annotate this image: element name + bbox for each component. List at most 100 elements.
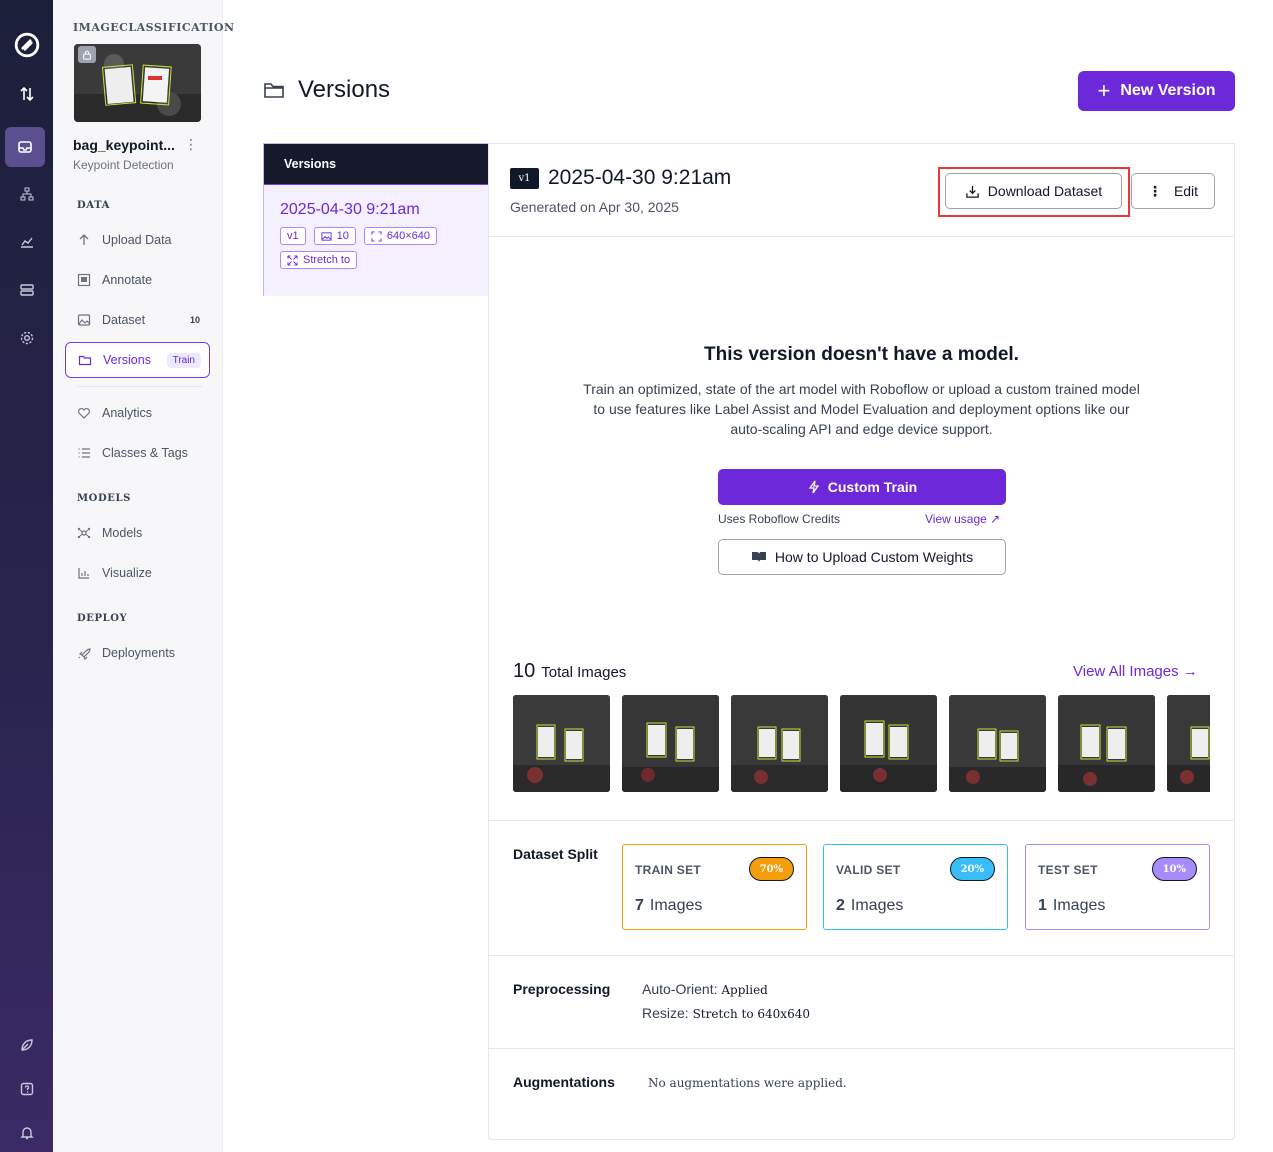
valid-set-pct: 20% [949,857,995,881]
leaf-icon[interactable] [0,1025,53,1065]
plus-icon: + [1097,78,1111,103]
sidebar-item-label: Classes & Tags [102,446,188,460]
dataset-image-thumbnail[interactable] [1167,695,1210,792]
folder-icon [264,83,284,98]
new-version-button[interactable]: + New Version [1078,71,1235,111]
upload-weights-button[interactable]: How to Upload Custom Weights [718,539,1006,575]
projects-icon[interactable] [5,127,45,167]
transfer-icon[interactable] [0,74,53,114]
divider [489,955,1234,956]
chart-icon [77,566,91,580]
credits-note: Uses Roboflow Credits [718,512,841,526]
valid-set-name: VALID SET [836,863,901,877]
project-sidebar: IMAGECLASSIFICATION bag_keypoint... ⋮ Ke… [53,0,234,1152]
dataset-image-thumbnail[interactable] [622,695,719,792]
sidebar-item-label: Annotate [102,273,153,287]
dataset-image-thumbnail[interactable] [513,695,610,792]
workflows-icon[interactable] [0,174,53,214]
resize-key: Resize: [642,1005,689,1021]
settings-icon[interactable] [0,318,53,358]
page-title: Versions [263,76,390,104]
test-set-pct: 10% [1151,857,1197,881]
divider [489,820,1234,821]
image-icon [321,231,332,241]
train-set-pct: 70% [748,857,794,881]
version-detail: v1 2025-04-30 9:21am Generated on Apr 30… [488,143,1235,1140]
version-list-item[interactable]: 2025-04-30 9:21am v1 10 640×640 Stretch … [264,184,488,296]
train-pill: Train [166,352,201,368]
resize-value: Stretch to 640x640 [692,1007,810,1021]
sidebar-item-analytics[interactable]: Analytics [65,395,210,431]
auto-orient-row: Auto-Orient: Applied [642,981,768,997]
sidebar-item-classes[interactable]: Classes & Tags [65,435,210,471]
version-title: 2025-04-30 9:21am [548,166,732,189]
lock-icon [78,46,96,63]
total-images: 10 Total Images [513,660,626,683]
project-name[interactable]: bag_keypoint... [73,137,175,153]
section-models-heading: MODELS [77,493,131,504]
section-data-heading: DATA [77,200,110,211]
augmentations-value: No augmentations were applied. [648,1076,847,1090]
image-icon [77,313,91,327]
roboflow-logo-icon[interactable] [0,25,53,65]
model-graph-icon [77,526,91,540]
sidebar-item-label: Models [102,526,143,540]
dataset-image-thumbnail[interactable] [949,695,1046,792]
valid-set-count-unit: Images [850,897,904,914]
sidebar-item-upload-data[interactable]: Upload Data [65,222,210,258]
version-generated: Generated on Apr 30, 2025 [510,199,679,215]
sidebar-item-versions[interactable]: Versions Train [65,342,210,378]
help-icon[interactable] [0,1069,53,1109]
sidebar-item-label: Visualize [102,566,152,580]
augmentations-label: Augmentations [513,1074,615,1090]
train-set-count-value: 7 [635,897,644,914]
upload-icon [77,233,91,247]
edit-button[interactable]: ⋮ Edit [1131,173,1215,209]
test-set-count-unit: Images [1052,897,1106,914]
sidebar-item-models[interactable]: Models [65,515,210,551]
monitoring-icon[interactable] [0,222,53,262]
dataset-split-label: Dataset Split [513,846,598,862]
sidebar-item-label: Deployments [102,646,175,660]
project-menu-icon[interactable]: ⋮ [184,136,198,153]
custom-train-button[interactable]: Custom Train [718,469,1006,505]
edit-label: Edit [1173,183,1199,199]
dataset-count-badge: 10 [189,315,200,325]
test-set-card[interactable]: TEST SET 10% 1 Images [1025,844,1210,930]
size-tag: 640×640 [363,227,438,245]
resize-tag: Stretch to [280,251,358,269]
sidebar-item-visualize[interactable]: Visualize [65,555,210,591]
project-type: Keypoint Detection [73,158,174,172]
kebab-icon: ⋮ [1147,182,1162,199]
resize-row: Resize: Stretch to 640x640 [642,1005,810,1021]
book-icon [751,552,766,562]
bell-icon[interactable] [0,1113,53,1152]
project-thumbnail[interactable] [74,44,201,122]
sidebar-item-dataset[interactable]: Dataset 10 [65,302,210,338]
dataset-image-thumbnail[interactable] [1058,695,1155,792]
versions-list: Versions 2025-04-30 9:21am v1 10 640×640… [263,143,489,296]
size-value: 640×640 [386,230,431,242]
folder-icon [78,353,92,367]
valid-set-card[interactable]: VALID SET 20% 2 Images [823,844,1008,930]
dataset-image-thumbnail[interactable] [840,695,937,792]
sidebar-item-annotate[interactable]: Annotate [65,262,210,298]
workspace-name[interactable]: IMAGECLASSIFICATION [73,21,235,34]
image-count-value: 10 [336,230,349,242]
version-item-title: 2025-04-30 9:21am [280,201,420,218]
train-set-card[interactable]: TRAIN SET 70% 7 Images [622,844,807,930]
no-model-description: Train an optimized, state of the art mod… [583,381,1140,437]
sidebar-divider [77,386,202,387]
resize-value: Stretch to [303,254,351,266]
data-icon[interactable] [0,270,53,310]
dataset-image-thumbnail[interactable] [731,695,828,792]
stretch-icon [287,254,298,266]
highlight-box [938,167,1130,217]
view-usage-link[interactable]: View usage ↗ [925,512,1000,526]
section-deploy-heading: DEPLOY [77,613,128,624]
view-all-images-link[interactable]: View All Images → [1073,663,1198,680]
train-set-name: TRAIN SET [635,863,702,877]
new-version-label: New Version [1120,82,1216,99]
sidebar-item-deployments[interactable]: Deployments [65,635,210,671]
train-set-count-unit: Images [649,897,703,914]
